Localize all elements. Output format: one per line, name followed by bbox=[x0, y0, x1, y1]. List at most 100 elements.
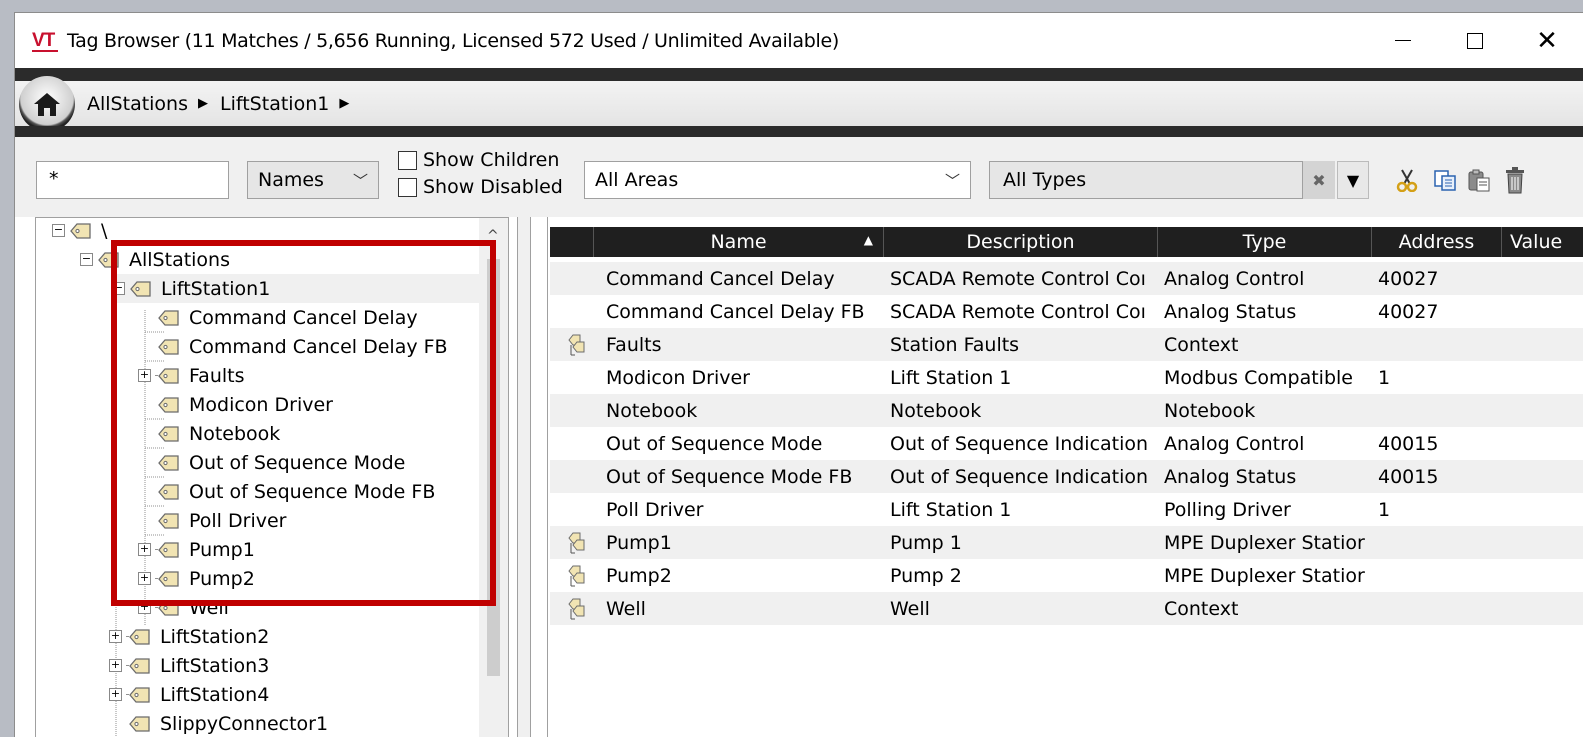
show-children-label: Show Children bbox=[423, 149, 560, 171]
tree-item[interactable]: Out of Sequence Mode FB bbox=[147, 477, 435, 506]
tree-item[interactable]: SlippyConnector1 bbox=[118, 709, 328, 737]
filter-mode-select[interactable]: Names ﹀ bbox=[247, 161, 379, 199]
table-row[interactable]: Out of Sequence Mode Out of Sequence Indi… bbox=[550, 427, 1583, 460]
tag-icon bbox=[129, 628, 150, 645]
show-disabled-checkbox[interactable]: Show Disabled bbox=[398, 176, 563, 198]
tag-icon bbox=[158, 425, 179, 442]
cell-name: Pump1 bbox=[606, 531, 672, 554]
tree-item[interactable]: Notebook bbox=[147, 419, 280, 448]
tree-scrollbar[interactable]: ^ bbox=[479, 218, 508, 737]
tree-item-label: Pump2 bbox=[189, 567, 255, 590]
collapse-icon[interactable]: − bbox=[112, 282, 125, 295]
table-row[interactable]: Poll Driver Lift Station 1 Polling Driver 1 bbox=[550, 493, 1583, 526]
row-icon-cell bbox=[550, 328, 604, 361]
table-row[interactable]: Command Cancel Delay FB SCADA Remote Cont… bbox=[550, 295, 1583, 328]
table-row[interactable]: Pump1 Pump 1 MPE Duplexer Statior bbox=[550, 526, 1583, 559]
column-header-address[interactable]: Address bbox=[1372, 227, 1502, 257]
clear-icon: ✖ bbox=[1312, 170, 1326, 190]
cell-type: MPE Duplexer Statior bbox=[1164, 531, 1365, 554]
tag-icon bbox=[158, 599, 179, 616]
table-row[interactable]: Modicon Driver Lift Station 1 Modbus Compa… bbox=[550, 361, 1583, 394]
tree-item[interactable]: + Pump2 bbox=[138, 564, 255, 593]
tree-item-label: LiftStation3 bbox=[160, 654, 270, 677]
cell-name: Pump2 bbox=[606, 564, 672, 587]
tree-item[interactable]: + Well bbox=[138, 593, 229, 622]
cell-name: Poll Driver bbox=[606, 498, 704, 521]
tree-item[interactable]: − \ bbox=[52, 218, 107, 245]
expand-icon[interactable]: + bbox=[109, 688, 122, 701]
cell-value bbox=[1502, 460, 1583, 493]
delete-button[interactable] bbox=[1502, 167, 1528, 194]
table-row[interactable]: Pump2 Pump 2 MPE Duplexer Statior bbox=[550, 559, 1583, 592]
tree-item[interactable]: Command Cancel Delay bbox=[147, 303, 418, 332]
table-row[interactable]: Faults Station Faults Context bbox=[550, 328, 1583, 361]
table-row[interactable]: Out of Sequence Mode FB Out of Sequence I… bbox=[550, 460, 1583, 493]
paste-button[interactable] bbox=[1466, 167, 1492, 193]
areas-select[interactable]: All Areas ﹀ bbox=[584, 161, 971, 199]
maximize-button[interactable] bbox=[1439, 13, 1511, 68]
tree-item[interactable]: + LiftStation3 bbox=[109, 651, 269, 680]
cell-type: Analog Status bbox=[1164, 300, 1297, 323]
expand-icon[interactable]: + bbox=[138, 572, 151, 585]
home-button[interactable] bbox=[19, 75, 75, 132]
collapse-icon[interactable]: − bbox=[80, 253, 93, 266]
tree-item[interactable]: Modicon Driver bbox=[147, 390, 333, 419]
cell-type: MPE Duplexer Statior bbox=[1164, 564, 1365, 587]
types-select[interactable]: All Types bbox=[989, 161, 1303, 199]
tree-item[interactable]: Out of Sequence Mode bbox=[147, 448, 405, 477]
filter-button[interactable]: ▼ bbox=[1337, 161, 1369, 199]
tag-icon bbox=[130, 280, 151, 297]
chevron-down-icon: ﹀ bbox=[352, 172, 368, 190]
tag-tree[interactable]: ^ − \ − AllStations − LiftStation1 Command Can… bbox=[35, 217, 509, 737]
scroll-up-icon[interactable]: ^ bbox=[487, 228, 499, 244]
breadcrumb-arrow-icon[interactable]: ▶ bbox=[198, 96, 208, 111]
expand-icon[interactable]: + bbox=[138, 369, 151, 382]
tag-icon bbox=[158, 309, 179, 326]
breadcrumb-arrow-icon[interactable]: ▶ bbox=[339, 96, 349, 111]
minimize-button[interactable] bbox=[1367, 13, 1439, 68]
scroll-thumb[interactable] bbox=[487, 259, 500, 676]
tree-item[interactable]: + Pump1 bbox=[138, 535, 255, 564]
context-tag-icon bbox=[568, 334, 585, 355]
expand-icon[interactable]: + bbox=[109, 659, 122, 672]
cut-button[interactable] bbox=[1394, 167, 1420, 193]
row-icon-cell bbox=[550, 493, 604, 526]
breadcrumb-item-allstations[interactable]: AllStations bbox=[87, 93, 188, 115]
row-icon-cell bbox=[550, 526, 604, 559]
icon-column-header[interactable] bbox=[550, 227, 594, 257]
tree-item[interactable]: + LiftStation4 bbox=[109, 680, 269, 709]
expand-icon[interactable]: + bbox=[138, 543, 151, 556]
tree-item[interactable]: Poll Driver bbox=[147, 506, 286, 535]
checkbox-box[interactable] bbox=[398, 150, 417, 170]
table-row[interactable]: Notebook Notebook Notebook bbox=[550, 394, 1583, 427]
expand-icon[interactable]: + bbox=[109, 630, 122, 643]
scissors-icon bbox=[1396, 169, 1418, 192]
table-row[interactable]: Command Cancel Delay SCADA Remote Control… bbox=[550, 262, 1583, 295]
cell-address: 40015 bbox=[1378, 465, 1439, 488]
column-header-type[interactable]: Type bbox=[1158, 227, 1372, 257]
expand-icon[interactable]: + bbox=[138, 601, 151, 614]
tag-icon bbox=[129, 686, 150, 703]
tag-icon bbox=[129, 657, 150, 674]
tree-item[interactable]: Command Cancel Delay FB bbox=[147, 332, 448, 361]
title-bar: VT Tag Browser (11 Matches / 5,656 Runni… bbox=[15, 13, 1583, 68]
copy-button[interactable] bbox=[1432, 167, 1458, 193]
clear-filter-button[interactable]: ✖ bbox=[1303, 161, 1335, 199]
column-header-name[interactable]: Name ▲ bbox=[594, 227, 884, 257]
checkbox-box[interactable] bbox=[398, 177, 417, 197]
column-header-description[interactable]: Description bbox=[884, 227, 1158, 257]
tree-item[interactable]: − AllStations bbox=[80, 245, 230, 274]
breadcrumb-item-liftstation1[interactable]: LiftStation1 bbox=[220, 93, 329, 115]
cell-description: Out of Sequence Indication bbox=[890, 432, 1149, 455]
show-children-checkbox[interactable]: Show Children bbox=[398, 149, 559, 171]
tree-item[interactable]: + LiftStation2 bbox=[109, 622, 269, 651]
name-filter-input[interactable]: * bbox=[36, 161, 229, 199]
tree-item[interactable]: + Faults bbox=[138, 361, 245, 390]
panel-splitter[interactable] bbox=[517, 217, 531, 737]
column-header-value[interactable]: Value bbox=[1502, 227, 1583, 257]
tree-item[interactable]: − LiftStation1 bbox=[112, 274, 482, 303]
collapse-icon[interactable]: − bbox=[52, 224, 65, 237]
tree-item-label: Command Cancel Delay bbox=[189, 306, 418, 329]
close-button[interactable]: ✕ bbox=[1511, 13, 1583, 68]
table-row[interactable]: Well Well Context bbox=[550, 592, 1583, 625]
